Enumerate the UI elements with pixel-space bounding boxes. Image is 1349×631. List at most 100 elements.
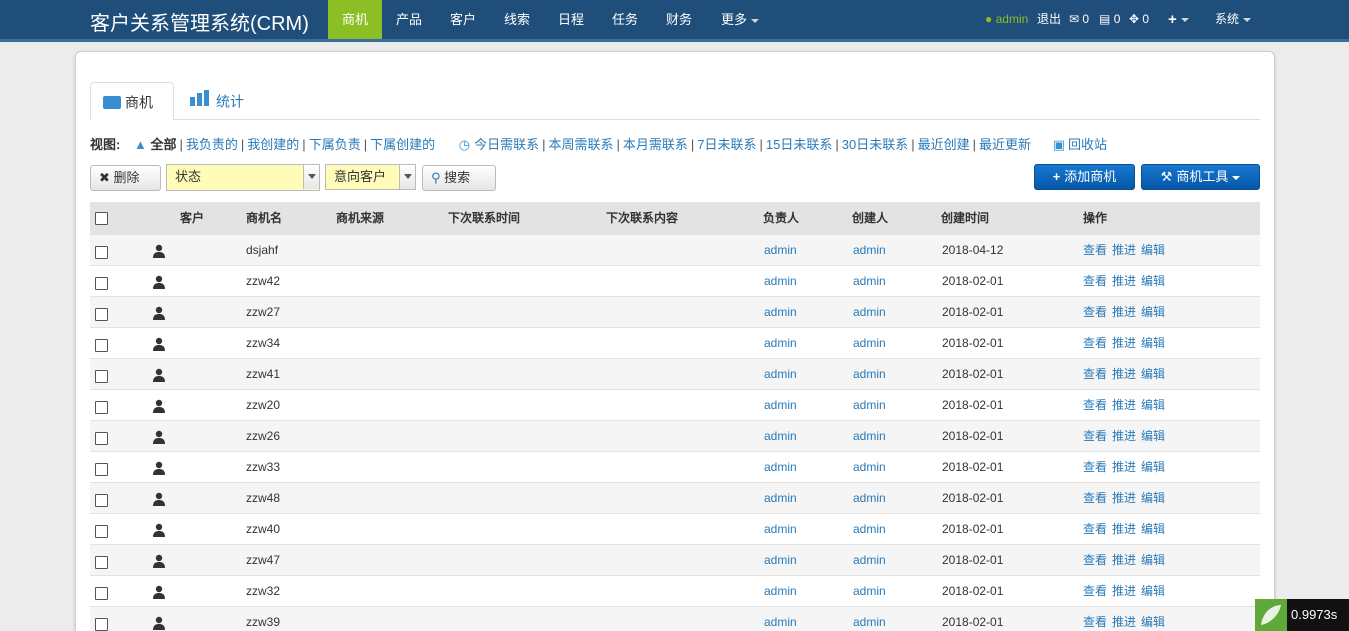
- edit-link[interactable]: 编辑: [1141, 553, 1165, 567]
- tab-statistics[interactable]: 统计: [178, 82, 256, 120]
- creator-link[interactable]: admin: [853, 421, 886, 451]
- tab-opportunities[interactable]: 商机: [90, 82, 174, 121]
- user-icon[interactable]: [152, 266, 166, 296]
- advance-link[interactable]: 推进: [1112, 398, 1136, 412]
- view-no-contact-15[interactable]: 15日未联系: [766, 137, 832, 152]
- nav-item-tasks[interactable]: 任务: [598, 0, 652, 39]
- username[interactable]: admin: [996, 12, 1029, 26]
- owner-link[interactable]: admin: [764, 235, 797, 265]
- creator-link[interactable]: admin: [853, 483, 886, 513]
- view-link[interactable]: 查看: [1083, 398, 1107, 412]
- user-icon[interactable]: [152, 514, 166, 544]
- row-checkbox[interactable]: [95, 556, 108, 569]
- creator-link[interactable]: admin: [853, 235, 886, 265]
- view-my-created[interactable]: 我创建的: [247, 137, 299, 152]
- view-link[interactable]: 查看: [1083, 553, 1107, 567]
- view-link[interactable]: 查看: [1083, 584, 1107, 598]
- user-icon[interactable]: [152, 328, 166, 358]
- delete-button[interactable]: ✖ 删除: [90, 165, 161, 191]
- view-link[interactable]: 查看: [1083, 522, 1107, 536]
- owner-link[interactable]: admin: [764, 328, 797, 358]
- creator-link[interactable]: admin: [853, 328, 886, 358]
- advance-link[interactable]: 推进: [1112, 274, 1136, 288]
- message-indicator[interactable]: ▤ 0: [1099, 0, 1120, 39]
- creator-link[interactable]: admin: [853, 545, 886, 575]
- user-icon[interactable]: [152, 359, 166, 389]
- row-checkbox[interactable]: [95, 401, 108, 414]
- advance-link[interactable]: 推进: [1112, 522, 1136, 536]
- owner-link[interactable]: admin: [764, 297, 797, 327]
- row-checkbox[interactable]: [95, 339, 108, 352]
- mail-indicator[interactable]: ✉ 0: [1069, 0, 1089, 39]
- view-recent-updated[interactable]: 最近更新: [979, 137, 1031, 152]
- view-no-contact-30[interactable]: 30日未联系: [842, 137, 908, 152]
- logout-link[interactable]: 退出: [1037, 0, 1061, 39]
- select-all-checkbox[interactable]: [95, 212, 108, 225]
- creator-link[interactable]: admin: [853, 576, 886, 606]
- owner-link[interactable]: admin: [764, 576, 797, 606]
- user-icon[interactable]: [152, 297, 166, 327]
- owner-link[interactable]: admin: [764, 421, 797, 451]
- owner-link[interactable]: admin: [764, 607, 797, 631]
- edit-link[interactable]: 编辑: [1141, 367, 1165, 381]
- nav-item-products[interactable]: 产品: [382, 0, 436, 39]
- creator-link[interactable]: admin: [853, 514, 886, 544]
- view-all[interactable]: 全部: [150, 137, 176, 152]
- edit-link[interactable]: 编辑: [1141, 243, 1165, 257]
- edit-link[interactable]: 编辑: [1141, 305, 1165, 319]
- nav-item-leads[interactable]: 线索: [490, 0, 544, 39]
- owner-link[interactable]: admin: [764, 266, 797, 296]
- view-sub-owned[interactable]: 下属负责: [309, 137, 361, 152]
- user-icon[interactable]: [152, 545, 166, 575]
- creator-link[interactable]: admin: [853, 297, 886, 327]
- advance-link[interactable]: 推进: [1112, 429, 1136, 443]
- nav-item-finance[interactable]: 财务: [652, 0, 706, 39]
- advance-link[interactable]: 推进: [1112, 305, 1136, 319]
- owner-link[interactable]: admin: [764, 452, 797, 482]
- view-contact-month[interactable]: 本月需联系: [623, 137, 688, 152]
- owner-link[interactable]: admin: [764, 545, 797, 575]
- view-link[interactable]: 查看: [1083, 367, 1107, 381]
- creator-link[interactable]: admin: [853, 359, 886, 389]
- row-checkbox[interactable]: [95, 494, 108, 507]
- edit-link[interactable]: 编辑: [1141, 336, 1165, 350]
- row-checkbox[interactable]: [95, 525, 108, 538]
- advance-link[interactable]: 推进: [1112, 584, 1136, 598]
- view-my-owned[interactable]: 我负责的: [186, 137, 238, 152]
- app-title[interactable]: 客户关系管理系统(CRM): [90, 7, 309, 36]
- nav-item-opportunities[interactable]: 商机: [328, 0, 382, 39]
- view-link[interactable]: 查看: [1083, 336, 1107, 350]
- row-checkbox[interactable]: [95, 618, 108, 631]
- system-menu[interactable]: 系统: [1215, 0, 1252, 39]
- user-icon[interactable]: [152, 390, 166, 420]
- user-icon[interactable]: [152, 576, 166, 606]
- user-icon[interactable]: [152, 421, 166, 451]
- status-select[interactable]: 状态: [166, 164, 320, 191]
- view-link[interactable]: 查看: [1083, 615, 1107, 629]
- creator-link[interactable]: admin: [853, 452, 886, 482]
- owner-link[interactable]: admin: [764, 483, 797, 513]
- row-checkbox[interactable]: [95, 308, 108, 321]
- user-icon[interactable]: [152, 483, 166, 513]
- opportunity-tools-button[interactable]: ⚒ 商机工具: [1141, 164, 1260, 190]
- creator-link[interactable]: admin: [853, 266, 886, 296]
- row-checkbox[interactable]: [95, 277, 108, 290]
- view-link[interactable]: 查看: [1083, 243, 1107, 257]
- nav-item-schedule[interactable]: 日程: [544, 0, 598, 39]
- advance-link[interactable]: 推进: [1112, 491, 1136, 505]
- owner-link[interactable]: admin: [764, 390, 797, 420]
- row-checkbox[interactable]: [95, 587, 108, 600]
- edit-link[interactable]: 编辑: [1141, 615, 1165, 629]
- user-icon[interactable]: [152, 235, 166, 265]
- nav-item-customers[interactable]: 客户: [436, 0, 490, 39]
- advance-link[interactable]: 推进: [1112, 367, 1136, 381]
- customer-type-select[interactable]: 意向客户: [325, 164, 416, 190]
- owner-link[interactable]: admin: [764, 359, 797, 389]
- edit-link[interactable]: 编辑: [1141, 274, 1165, 288]
- add-opportunity-button[interactable]: + 添加商机: [1034, 164, 1135, 190]
- row-checkbox[interactable]: [95, 370, 108, 383]
- search-button[interactable]: ⚲ 搜索: [422, 165, 496, 191]
- view-link[interactable]: 查看: [1083, 491, 1107, 505]
- nav-item-more[interactable]: 更多: [708, 0, 772, 39]
- advance-link[interactable]: 推进: [1112, 243, 1136, 257]
